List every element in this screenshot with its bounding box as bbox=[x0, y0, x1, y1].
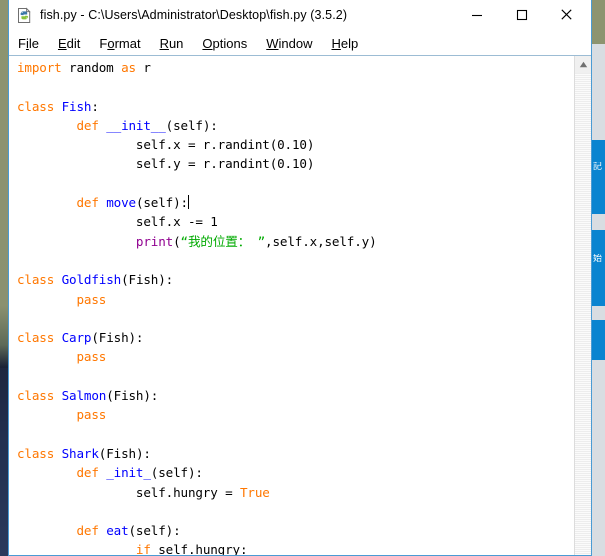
code-line: pass bbox=[76, 407, 107, 423]
code-line: pass bbox=[76, 291, 107, 307]
menu-item-file[interactable]: File bbox=[18, 36, 39, 51]
menu-item-run[interactable]: Run bbox=[160, 36, 184, 51]
code-line: def eat(self): bbox=[76, 523, 181, 539]
editor-area: import random as r class Fish: def __ini… bbox=[9, 56, 591, 555]
background-app-button-3[interactable] bbox=[592, 320, 605, 360]
code-line: self.x -= 1 bbox=[17, 214, 218, 230]
code-line: def _init_(self): bbox=[76, 465, 203, 481]
code-line: self.x = r.randint(0.10) bbox=[17, 137, 315, 153]
code-line: class Fish: bbox=[17, 98, 99, 114]
code-line: class Salmon(Fish): bbox=[17, 388, 159, 404]
code-line: class Goldfish(Fish): bbox=[17, 272, 174, 288]
menu-bar: File Edit Format Run Options Window Help bbox=[9, 31, 591, 56]
idle-editor-window: fish.py - C:\Users\Administrator\Desktop… bbox=[8, 0, 592, 556]
code-line: pass bbox=[76, 349, 107, 365]
minimize-button[interactable] bbox=[454, 0, 499, 29]
menu-item-help[interactable]: Help bbox=[332, 36, 359, 51]
code-line: class Shark(Fish): bbox=[17, 445, 151, 461]
code-text-area[interactable]: import random as r class Fish: def __ini… bbox=[9, 56, 574, 555]
code-line: def __init__(self): bbox=[76, 117, 218, 133]
code-line: self.y = r.randint(0.10) bbox=[17, 156, 315, 172]
scrollbar-track[interactable] bbox=[575, 73, 591, 555]
background-application-strip[interactable]: 記 始 bbox=[592, 44, 605, 556]
background-app-button-1[interactable]: 記 bbox=[592, 140, 605, 214]
code-line: class Carp(Fish): bbox=[17, 330, 144, 346]
code-line: def move(self): bbox=[76, 195, 189, 211]
menu-item-options[interactable]: Options bbox=[202, 36, 247, 51]
title-bar[interactable]: fish.py - C:\Users\Administrator\Desktop… bbox=[9, 0, 591, 31]
background-app-label-2: 始 bbox=[593, 254, 603, 264]
menu-item-format[interactable]: Format bbox=[99, 36, 140, 51]
maximize-button[interactable] bbox=[499, 0, 544, 29]
close-button[interactable] bbox=[544, 0, 589, 29]
background-app-button-2[interactable]: 始 bbox=[592, 230, 605, 306]
menu-item-window[interactable]: Window bbox=[266, 36, 312, 51]
scroll-up-button[interactable] bbox=[575, 56, 591, 73]
background-app-label-1: 記 bbox=[593, 162, 603, 172]
code-line: import random as r bbox=[17, 60, 151, 75]
code-line: print(“我的位置： ”,self.x,self.y) bbox=[135, 233, 377, 249]
window-title: fish.py - C:\Users\Administrator\Desktop… bbox=[40, 8, 348, 22]
text-cursor bbox=[187, 195, 189, 210]
code-line: if self.hungry: bbox=[135, 542, 248, 555]
python-idle-icon bbox=[16, 7, 33, 24]
menu-item-edit[interactable]: Edit bbox=[58, 36, 80, 51]
code-line: self.hungry = True bbox=[17, 484, 270, 500]
vertical-scrollbar[interactable] bbox=[574, 56, 591, 555]
